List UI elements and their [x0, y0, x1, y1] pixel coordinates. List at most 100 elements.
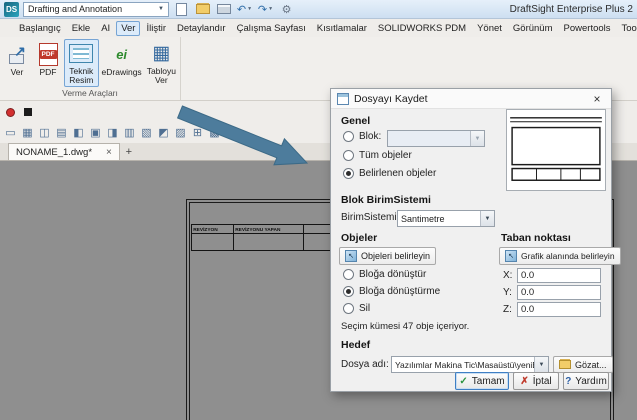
- tab-ekle[interactable]: Ekle: [67, 21, 95, 36]
- toolbar-icon[interactable]: ▨: [173, 125, 188, 141]
- button-label: Grafik alanında belirleyin: [521, 251, 615, 261]
- tab-ver[interactable]: Ver: [116, 20, 141, 36]
- edrawings-icon: ei: [116, 46, 128, 62]
- toolbar-icon[interactable]: ◩: [156, 125, 171, 141]
- toolbar-icon[interactable]: ◧: [71, 125, 86, 141]
- export-icon: ↗: [4, 41, 30, 67]
- record-macro-icon[interactable]: [6, 107, 15, 117]
- print-icon[interactable]: [215, 1, 232, 17]
- radio-icon: [343, 303, 354, 314]
- radio-label: Blok:: [359, 131, 382, 142]
- browse-button[interactable]: Gözat...: [553, 356, 613, 373]
- pick-base-point-button[interactable]: ↖ Grafik alanında belirleyin: [499, 247, 621, 265]
- options-gear-icon[interactable]: ⚙: [278, 1, 295, 17]
- open-file-icon[interactable]: [194, 1, 211, 17]
- button-label: Tamam: [471, 375, 505, 387]
- toolbar-icon[interactable]: ▭: [3, 125, 18, 141]
- radio-icon: [343, 286, 354, 297]
- select-objects-button[interactable]: ↖ Objeleri belirleyin: [339, 247, 437, 265]
- ribbon-button-label: Tabloyu Ver: [146, 66, 176, 85]
- revision-table-cell: [192, 234, 234, 250]
- toolbar-icon[interactable]: ▩: [207, 125, 222, 141]
- radio-sil[interactable]: Sil: [343, 303, 370, 314]
- radio-blok[interactable]: Blok:: [343, 131, 381, 142]
- undo-icon[interactable]: ↶ ▼: [236, 1, 253, 17]
- blok-combobox[interactable]: ▼: [387, 130, 485, 147]
- pdf-icon: PDF: [35, 41, 61, 67]
- ok-button[interactable]: ✓ Tamam: [455, 372, 509, 390]
- new-tab-button[interactable]: +: [120, 143, 138, 160]
- new-document-icon[interactable]: [173, 1, 190, 17]
- gear-glyph: ⚙: [281, 3, 292, 16]
- section-heading-taban-noktasi: Taban noktası: [501, 232, 571, 244]
- tab-gorunum[interactable]: Görünüm: [508, 21, 558, 36]
- tab-kisitlamalar[interactable]: Kısıtlamalar: [312, 21, 372, 36]
- ribbon-button-edrawings[interactable]: ei eDrawings: [100, 39, 144, 87]
- x-coordinate-field[interactable]: 0.0: [517, 268, 601, 283]
- ribbon-group-verme-araclari: ↗ Ver PDF PDF Teknik Resim ei eDrawings …: [0, 37, 181, 100]
- combo-value: Yazılımlar Makina Tic\Masaüstü\yeniBlok.…: [395, 359, 534, 370]
- ribbon-button-teknik-resim[interactable]: Teknik Resim: [64, 39, 99, 87]
- app-title: DraftSight Enterprise Plus 2: [509, 3, 633, 15]
- redo-icon[interactable]: ↷ ▼: [257, 1, 274, 17]
- dialog-body: Genel Blok: ▼ Tüm objeler Belirlenen obj…: [331, 109, 621, 391]
- ribbon-button-pdf[interactable]: PDF PDF: [33, 39, 63, 87]
- button-label: Gözat...: [575, 359, 607, 370]
- ribbon-button-label: Ver: [10, 67, 24, 77]
- dialog-titlebar[interactable]: Dosyayı Kaydet ×: [331, 89, 611, 109]
- toolbar-icon[interactable]: ▤: [54, 125, 69, 141]
- ribbon-button-tabloyu-ver[interactable]: ▦ Tabloyu Ver: [145, 39, 178, 87]
- section-heading-genel: Genel: [341, 115, 371, 127]
- technical-drawing-icon: [68, 41, 94, 66]
- z-coordinate-field[interactable]: 0.0: [517, 302, 601, 317]
- birimsistemi-label: BirimSistemi:: [341, 212, 400, 223]
- radio-label: Sil: [359, 303, 371, 314]
- toolbar-icon[interactable]: ▧: [139, 125, 154, 141]
- birimsistemi-combobox[interactable]: Santimetre ▼: [397, 210, 495, 227]
- tab-yonet[interactable]: Yönet: [472, 21, 507, 36]
- tab-baslangic[interactable]: Başlangıç: [14, 21, 66, 36]
- tab-calisma-sayfasi[interactable]: Çalışma Sayfası: [232, 21, 311, 36]
- close-tab-icon[interactable]: ×: [106, 147, 112, 158]
- block-preview-drawing: [510, 117, 602, 181]
- file-name-label: Dosya adı:: [341, 359, 389, 370]
- selection-count-text: Seçim kümesi 47 obje içeriyor.: [341, 321, 470, 332]
- toolbar-icon[interactable]: ◫: [37, 125, 52, 141]
- z-label: Z:: [503, 304, 512, 315]
- workspace-selector[interactable]: Drafting and Annotation ▼: [23, 1, 169, 17]
- cancel-button[interactable]: ✗ İptal: [513, 372, 559, 390]
- toolbar-icon[interactable]: ▥: [122, 125, 137, 141]
- radio-tum-objeler[interactable]: Tüm objeler: [343, 150, 412, 161]
- stop-macro-icon[interactable]: [24, 108, 32, 116]
- check-icon: ✓: [459, 375, 468, 387]
- radio-icon: [343, 168, 354, 179]
- radio-label: Bloğa dönüştür: [359, 269, 427, 280]
- close-icon[interactable]: ×: [589, 92, 605, 106]
- toolbar-icon[interactable]: ⊞: [190, 125, 205, 141]
- ribbon-button-ver[interactable]: ↗ Ver: [2, 39, 32, 87]
- file-name-combobox[interactable]: Yazılımlar Makina Tic\Masaüstü\yeniBlok.…: [391, 356, 549, 373]
- document-tab[interactable]: NONAME_1.dwg* ×: [8, 143, 120, 160]
- titlebar: DS Drafting and Annotation ▼ ↶ ▼ ↷ ▼ ⚙ Dra…: [0, 0, 637, 19]
- section-heading-objeler: Objeler: [341, 232, 378, 244]
- tab-solidworks-pdm[interactable]: SOLIDWORKS PDM: [373, 21, 471, 36]
- tab-ilistir[interactable]: İliştir: [141, 21, 171, 36]
- tab-powertools[interactable]: Powertools: [559, 21, 616, 36]
- radio-bloga-donustur[interactable]: Bloğa dönüştür: [343, 269, 426, 280]
- tab-toolbox[interactable]: Toolbox: [617, 21, 637, 36]
- macro-toolbar: [6, 104, 32, 120]
- y-coordinate-field[interactable]: 0.0: [517, 285, 601, 300]
- radio-belirlenen-objeler[interactable]: Belirlenen objeler: [343, 168, 436, 179]
- pick-point-icon: ↖: [505, 250, 517, 262]
- export-table-icon: ▦: [152, 43, 171, 64]
- toolbar-icon[interactable]: ◨: [105, 125, 120, 141]
- radio-bloga-donusturme[interactable]: Bloğa dönüştürme: [343, 286, 440, 297]
- toolbar-icon[interactable]: ▦: [20, 125, 35, 141]
- tab-detaylandir[interactable]: Detaylandır: [172, 21, 231, 36]
- combo-value: Santimetre: [401, 213, 445, 224]
- help-button[interactable]: ? Yardım: [563, 372, 609, 390]
- tab-ai[interactable]: AI: [96, 21, 115, 36]
- toolbar-icon[interactable]: ▣: [88, 125, 103, 141]
- undo-glyph: ↶: [236, 3, 247, 16]
- button-label: İptal: [532, 375, 552, 387]
